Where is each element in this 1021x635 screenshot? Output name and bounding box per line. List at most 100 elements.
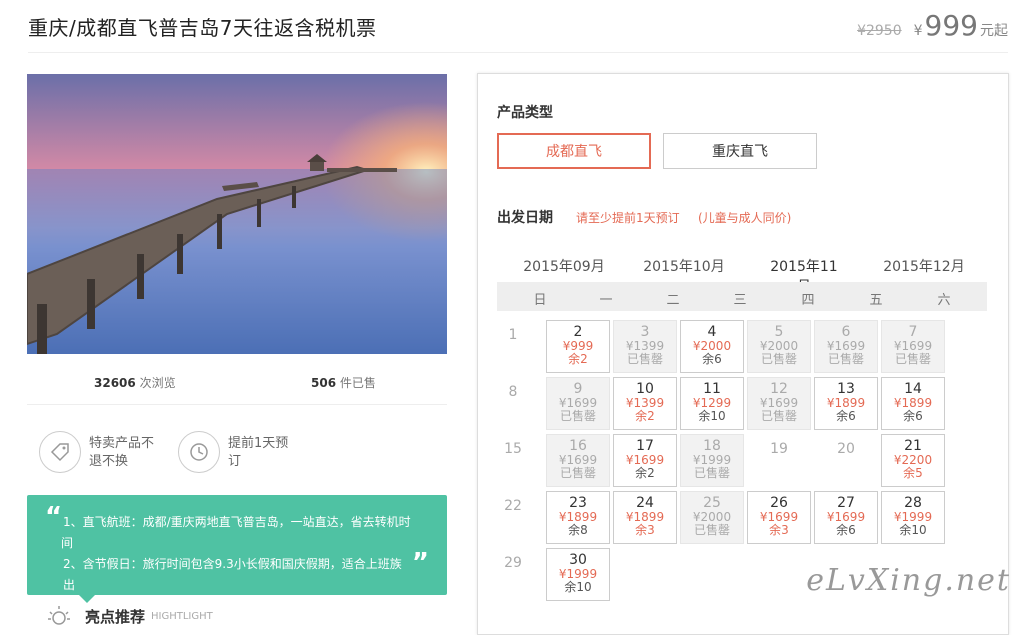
weekday-wed: 三: [733, 293, 747, 308]
weekday-thu: 四: [801, 293, 815, 308]
day-number: 13: [837, 381, 855, 397]
calendar-day-19: 19: [747, 434, 811, 487]
calendar-day-26[interactable]: 26 ¥1699 余3: [747, 491, 811, 544]
note-tail: [77, 593, 97, 603]
remaining-seats: 余6: [836, 523, 856, 537]
remaining-seats: 余8: [568, 523, 588, 537]
currency-symbol: ¥: [913, 23, 923, 39]
weekday-tue: 二: [666, 293, 680, 308]
remaining-seats: 余3: [635, 523, 655, 537]
product-type-label: 产品类型: [497, 105, 553, 121]
sold-out-label: 已售罄: [626, 352, 663, 366]
day-number: 21: [904, 438, 922, 454]
calendar-day-23[interactable]: 23 ¥1899 余8: [546, 491, 610, 544]
calendar-day-14[interactable]: 14 ¥1899 余6: [881, 377, 945, 430]
weekday-sat: 六: [937, 293, 951, 308]
calendar-day-7: 7 ¥1699 已售罄: [881, 320, 945, 373]
sold-stat: 506 件已售: [311, 374, 376, 391]
day-number: 26: [770, 495, 788, 511]
remaining-seats: 余2: [635, 409, 655, 423]
weekday-fri: 五: [869, 293, 883, 308]
day-number: 17: [636, 438, 654, 454]
calendar-day-3: 3 ¥1399 已售罄: [613, 320, 677, 373]
calendar-day-28[interactable]: 28 ¥1999 余10: [881, 491, 945, 544]
day-number: 25: [703, 495, 721, 511]
day-number: 18: [703, 438, 721, 454]
sold-out-label: 已售罄: [559, 466, 596, 480]
day-number: 22: [504, 498, 522, 514]
calendar-day-27[interactable]: 27 ¥1699 余6: [814, 491, 878, 544]
calendar-day-9: 9 ¥1699 已售罄: [546, 377, 610, 430]
weekday-sun: 日: [533, 293, 547, 308]
note-text: 1、直飞航班：成都/重庆两地直飞普吉岛，一站直达，省去转机时 间 2、含节假日：…: [61, 512, 413, 596]
calendar-day-4[interactable]: 4 ¥2000 余6: [680, 320, 744, 373]
tab-month-12[interactable]: 2015年12月: [864, 256, 984, 276]
highlight-note: “ 1、直飞航班：成都/重庆两地直飞普吉岛，一站直达，省去转机时 间 2、含节假…: [27, 495, 447, 595]
day-number: 29: [504, 555, 522, 571]
remaining-seats: 余2: [568, 352, 588, 366]
day-number: 3: [640, 324, 650, 340]
month-tabs: 2015年09月 2015年10月 2015年11月 2015年12月: [497, 252, 987, 303]
calendar-day-2[interactable]: 2 ¥999 余2: [546, 320, 610, 373]
calendar-day-21[interactable]: 21 ¥2200 余5: [881, 434, 945, 487]
remaining-seats: 余6: [702, 352, 722, 366]
sold-label: 件已售: [339, 376, 376, 390]
price-suffix: 元起: [980, 23, 1008, 39]
weekday-mon: 一: [599, 293, 613, 308]
day-number: 20: [837, 441, 855, 457]
sold-out-label: 已售罄: [894, 352, 931, 366]
tag-icon: [39, 431, 81, 473]
remaining-seats: 余3: [769, 523, 789, 537]
day-number: 2: [573, 324, 583, 340]
remaining-seats: 余10: [899, 523, 927, 537]
day-number: 30: [569, 552, 587, 568]
calendar-day-17[interactable]: 17 ¥1699 余2: [613, 434, 677, 487]
day-number: 15: [504, 441, 522, 457]
page-title: 重庆/成都直飞普吉岛7天往返含税机票: [28, 16, 377, 40]
calendar-day-6: 6 ¥1699 已售罄: [814, 320, 878, 373]
sold-out-label: 已售罄: [559, 409, 596, 423]
price-block: ¥2950 ¥ 999 元起: [857, 12, 1008, 46]
day-number: 8: [508, 384, 518, 400]
note-line-1b: 间: [61, 536, 74, 550]
calendar-day-12: 12 ¥1699 已售罄: [747, 377, 811, 430]
advance-booking-note: 请至少提前1天预订: [576, 211, 680, 225]
calendar-day-16: 16 ¥1699 已售罄: [546, 434, 610, 487]
tab-month-09[interactable]: 2015年09月: [504, 256, 624, 276]
feature-book-ahead: 提前1天预 订: [178, 431, 288, 473]
day-number: 4: [707, 324, 717, 340]
day-number: 27: [837, 495, 855, 511]
sold-out-label: 已售罄: [760, 409, 797, 423]
remaining-seats: 余10: [564, 580, 592, 594]
feature-no-refund-text: 特卖产品不 退不换: [89, 436, 155, 469]
calendar-day-30[interactable]: 30 ¥1999 余10: [546, 548, 610, 601]
type-chongqing-button[interactable]: 重庆直飞: [663, 133, 817, 169]
calendar-day-8: 8: [481, 377, 545, 430]
note-line-1: 1、直飞航班：成都/重庆两地直飞普吉岛，一站直达，省去转机时: [63, 515, 411, 529]
calendar-day-11[interactable]: 11 ¥1299 余10: [680, 377, 744, 430]
stats-bar: 32606 次浏览 506 件已售: [27, 354, 447, 405]
product-overview: 32606 次浏览 506 件已售 特卖产品不 退不换 提前1天预 订 “ 1、…: [27, 74, 447, 626]
remaining-seats: 余6: [836, 409, 856, 423]
calendar-day-1: 1: [481, 320, 545, 373]
sold-out-label: 已售罄: [693, 466, 730, 480]
day-number: 19: [770, 441, 788, 457]
open-quote: “: [45, 502, 63, 532]
tab-month-10[interactable]: 2015年10月: [624, 256, 744, 276]
child-price-note: (儿童与成人同价): [698, 211, 792, 225]
calendar-day-13[interactable]: 13 ¥1899 余6: [814, 377, 878, 430]
calendar-day-22: 22: [481, 491, 545, 544]
calendar-day-24[interactable]: 24 ¥1899 余3: [613, 491, 677, 544]
type-chengdu-button[interactable]: 成都直飞: [497, 133, 651, 169]
day-number: 16: [569, 438, 587, 454]
views-count: 32606: [94, 376, 136, 390]
calendar-day-15: 15: [481, 434, 545, 487]
weekday-header: 日 一 二 三 四 五 六: [497, 282, 987, 311]
calendar-day-10[interactable]: 10 ¥1399 余2: [613, 377, 677, 430]
note-line-2: 2、含节假日：旅行时间包含9.3小长假和国庆假期，适合上班族出: [63, 557, 402, 592]
sold-out-label: 已售罄: [827, 352, 864, 366]
page-header: 重庆/成都直飞普吉岛7天往返含税机票 ¥2950 ¥ 999 元起: [28, 12, 1008, 53]
departure-label: 出发日期: [497, 210, 553, 226]
highlight-heading: 亮点推荐 HIGHTLIGHT: [47, 604, 213, 628]
day-number: 28: [904, 495, 922, 511]
